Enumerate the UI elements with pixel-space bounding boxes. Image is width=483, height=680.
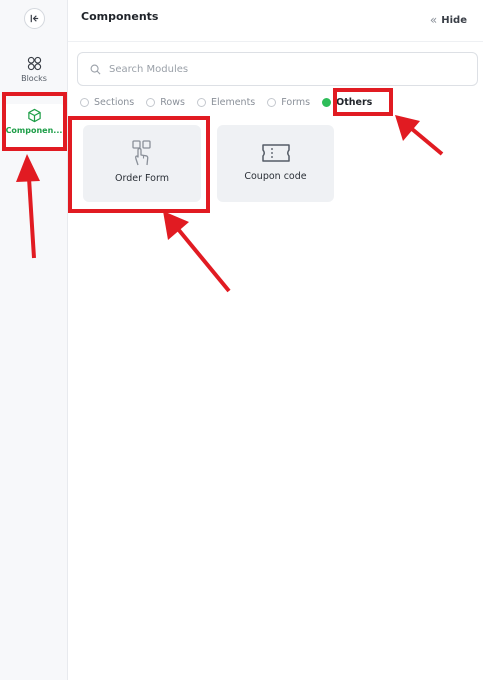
filter-label: Forms (281, 97, 311, 108)
order-form-highlight-box (68, 116, 210, 213)
search-icon (90, 64, 101, 74)
radio-dot-selected (322, 98, 332, 107)
search-box[interactable] (77, 52, 478, 86)
collapse-sidebar-button[interactable] (24, 8, 45, 29)
hide-panel-button[interactable]: « Hide (430, 13, 467, 27)
filter-label: Rows (160, 97, 185, 108)
ticket-icon (261, 144, 290, 162)
radio-dot (267, 98, 277, 107)
collapse-left-icon (30, 14, 39, 23)
rail-item-blocks-label: Blocks (21, 74, 47, 83)
filter-sections[interactable]: Sections (80, 97, 134, 108)
filter-label: Sections (94, 97, 135, 108)
module-card-coupon-code[interactable]: Coupon code (217, 125, 334, 202)
components-highlight-box (2, 92, 67, 151)
search-input[interactable] (109, 63, 439, 75)
hide-label: Hide (441, 14, 467, 26)
radio-dot (146, 98, 156, 107)
filter-rows[interactable]: Rows (146, 97, 185, 108)
filter-forms[interactable]: Forms (267, 97, 310, 108)
filter-elements[interactable]: Elements (196, 97, 256, 108)
card-label: Coupon code (244, 171, 307, 182)
others-highlight-box (333, 88, 393, 116)
radio-dot (196, 98, 206, 107)
double-chevron-left-icon: « (429, 13, 438, 27)
blocks-grid-icon (27, 56, 41, 71)
components-panel: Components « Hide Sections Rows Elements… (68, 0, 483, 680)
header-divider (68, 41, 483, 42)
filter-label: Elements (210, 97, 256, 108)
panel-title: Components (81, 10, 159, 23)
radio-dot (80, 98, 89, 107)
